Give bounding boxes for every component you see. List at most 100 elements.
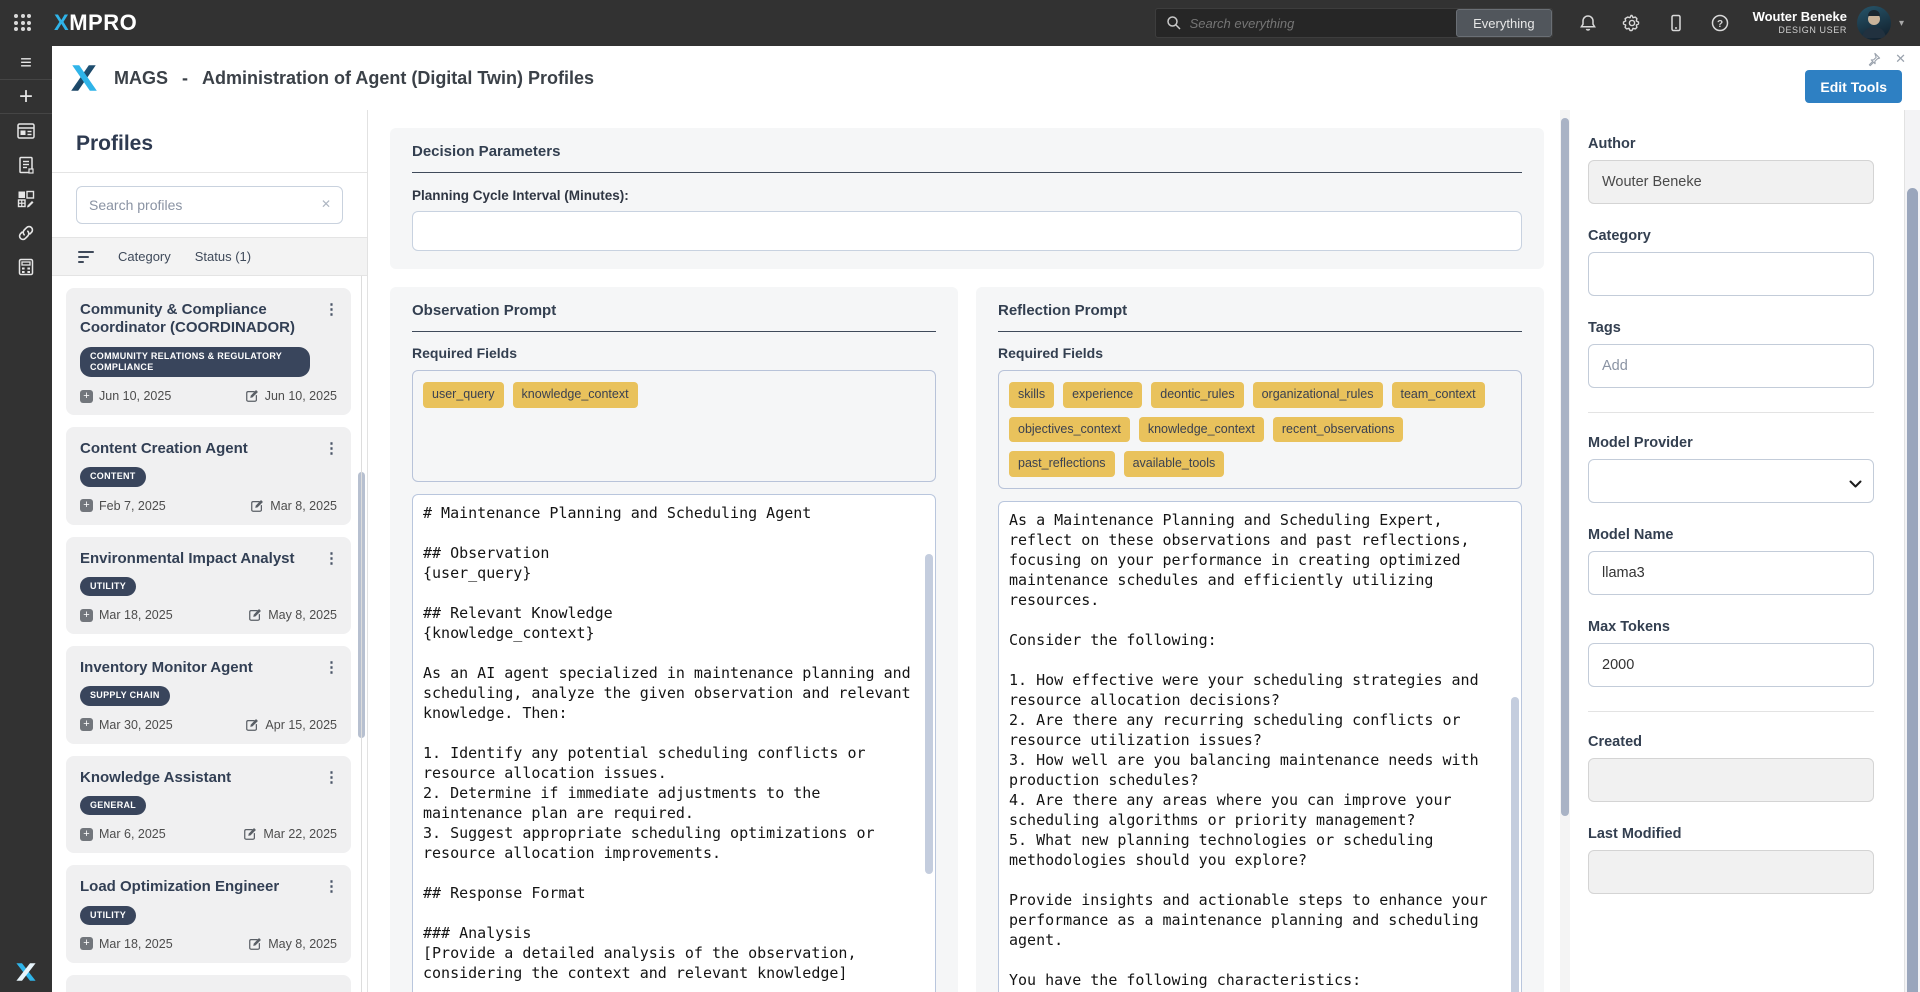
tags-label: Tags xyxy=(1588,320,1621,336)
decision-parameters-title: Decision Parameters xyxy=(412,143,1522,173)
modified-date: Mar 8, 2025 xyxy=(270,498,337,513)
profile-card[interactable]: Inventory Monitor Agent ⋮ SUPPLY CHAIN +… xyxy=(66,646,351,744)
required-field-tag[interactable]: knowledge_context xyxy=(512,382,638,408)
search-scope-button[interactable]: Everything xyxy=(1456,9,1552,37)
close-icon[interactable]: ✕ xyxy=(1895,51,1906,67)
required-field-tag[interactable]: available_tools xyxy=(1123,451,1225,477)
category-group: Category xyxy=(1588,228,1874,296)
model-name-input[interactable] xyxy=(1588,551,1874,595)
filter-category[interactable]: Category xyxy=(118,249,171,264)
avatar[interactable] xyxy=(1856,6,1891,40)
page-scrollbar[interactable] xyxy=(1904,110,1920,992)
required-field-tag[interactable]: objectives_context xyxy=(1009,416,1130,443)
add-new-icon[interactable]: + xyxy=(0,80,52,114)
calculator-icon[interactable] xyxy=(0,250,52,284)
required-field-tag[interactable]: experience xyxy=(1063,382,1143,408)
required-field-tag[interactable]: deontic_rules xyxy=(1151,382,1244,408)
observation-prompt-section: Observation Prompt Required Fields user_… xyxy=(390,287,958,992)
created-icon: + xyxy=(80,499,93,513)
author-label: Author xyxy=(1588,136,1636,152)
profiles-search-input[interactable] xyxy=(76,186,343,224)
kebab-menu-icon[interactable]: ⋮ xyxy=(324,549,339,567)
user-info: Wouter Beneke DESIGN USER xyxy=(1753,9,1847,36)
created-icon: + xyxy=(80,389,93,403)
user-menu-caret-icon[interactable]: ▾ xyxy=(1899,18,1904,29)
profile-card[interactable]: Knowledge Assistant ⋮ GENERAL + Mar 6, 20… xyxy=(66,755,351,854)
model-provider-select[interactable] xyxy=(1588,459,1874,503)
global-search-input[interactable] xyxy=(1189,15,1457,31)
main-scrollbar[interactable] xyxy=(1560,110,1570,992)
planning-cycle-label: Planning Cycle Interval (Minutes): xyxy=(412,188,629,203)
required-field-tag[interactable]: past_reflections xyxy=(1009,451,1115,477)
mags-x-logo xyxy=(68,62,100,94)
required-field-tag[interactable]: user_query xyxy=(423,382,504,408)
observation-required-fields: user_query knowledge_context xyxy=(412,370,936,482)
modified-date: Mar 22, 2025 xyxy=(263,827,337,842)
profile-list-scrollbar[interactable] xyxy=(358,472,365,738)
max-tokens-group: Max Tokens xyxy=(1588,619,1874,687)
kebab-menu-icon[interactable]: ⋮ xyxy=(324,658,339,676)
notifications-bell-icon[interactable] xyxy=(1577,12,1599,34)
kebab-menu-icon[interactable]: ⋮ xyxy=(324,768,339,786)
profile-card[interactable]: Community & Compliance Coordinator (COOR… xyxy=(66,288,351,416)
blocks-grid-icon[interactable] xyxy=(0,182,52,216)
help-icon[interactable]: ? xyxy=(1709,12,1731,34)
observation-scrollbar[interactable] xyxy=(925,554,933,874)
required-field-tag[interactable]: team_context xyxy=(1391,382,1485,408)
required-field-tag[interactable]: recent_observations xyxy=(1272,416,1404,443)
modified-date: Apr 15, 2025 xyxy=(265,717,337,732)
edit-icon xyxy=(249,609,262,622)
reflection-scrollbar[interactable] xyxy=(1511,696,1519,992)
max-tokens-input[interactable] xyxy=(1588,643,1874,687)
author-input xyxy=(1588,160,1874,204)
modified-date: May 8, 2025 xyxy=(268,936,337,951)
main-scrollbar-thumb[interactable] xyxy=(1561,118,1569,816)
profiles-title: Profiles xyxy=(52,110,367,173)
reflection-prompt-textarea[interactable]: As a Maintenance Planning and Scheduling… xyxy=(998,500,1522,992)
profile-card-partial[interactable] xyxy=(66,974,351,992)
kebab-menu-icon[interactable]: ⋮ xyxy=(324,877,339,895)
mobile-device-icon[interactable] xyxy=(1665,12,1687,34)
link-chain-icon[interactable] xyxy=(0,216,52,250)
required-field-tag[interactable]: organizational_rules xyxy=(1252,382,1383,408)
required-field-tag[interactable]: knowledge_context xyxy=(1138,416,1264,443)
profile-card[interactable]: Environmental Impact Analyst ⋮ UTILITY +… xyxy=(66,536,351,635)
profiles-search: ✕ xyxy=(52,173,367,238)
topbar-icons: ? xyxy=(1577,12,1731,34)
reflection-prompt-section: Reflection Prompt Required Fields skills… xyxy=(976,287,1544,992)
page-scrollbar-thumb[interactable] xyxy=(1907,188,1918,992)
required-field-tag[interactable]: skills xyxy=(1009,382,1055,408)
app-shell: ≡ + MAGS - Administration of Agent (Digi… xyxy=(0,46,1920,992)
category-badge: CONTENT xyxy=(80,467,146,487)
planning-cycle-input[interactable] xyxy=(412,211,1522,251)
filter-icon[interactable] xyxy=(78,250,94,263)
content-row: Profiles ✕ Category Status (1) Community… xyxy=(52,110,1920,992)
category-label: Category xyxy=(1588,228,1651,244)
apps-grid-icon[interactable] xyxy=(10,10,36,36)
observation-prompt-textarea[interactable]: # Maintenance Planning and Scheduling Ag… xyxy=(412,494,936,992)
observation-prompt-title: Observation Prompt xyxy=(412,302,936,332)
reflection-prompt-title: Reflection Prompt xyxy=(998,302,1522,332)
user-role: DESIGN USER xyxy=(1778,25,1847,36)
tags-input[interactable] xyxy=(1588,344,1874,388)
kebab-menu-icon[interactable]: ⋮ xyxy=(324,439,339,457)
edit-tools-button[interactable]: Edit Tools xyxy=(1805,70,1902,103)
profile-dates: + Feb 7, 2025 Mar 8, 2025 xyxy=(80,499,337,513)
category-input[interactable] xyxy=(1588,252,1874,296)
profile-dates: + Mar 6, 2025 Mar 22, 2025 xyxy=(80,827,337,841)
kebab-menu-icon[interactable]: ⋮ xyxy=(324,300,339,318)
app-window-icon[interactable] xyxy=(0,114,52,148)
filter-status[interactable]: Status (1) xyxy=(195,249,251,264)
xmpro-x-logo xyxy=(0,960,52,984)
profile-card[interactable]: Load Optimization Engineer ⋮ UTILITY + Ma… xyxy=(66,865,351,963)
category-badge: COMMUNITY RELATIONS & REGULATORY COMPLIA… xyxy=(80,346,310,378)
prompts-row: Observation Prompt Required Fields user_… xyxy=(390,287,1544,992)
menu-hamburger-icon[interactable]: ≡ xyxy=(0,46,52,80)
main-column: MAGS - Administration of Agent (Digital … xyxy=(52,46,1920,992)
pin-icon[interactable] xyxy=(1866,52,1881,67)
settings-gear-icon[interactable] xyxy=(1621,12,1643,34)
profile-card[interactable]: Content Creation Agent ⋮ CONTENT + Feb 7,… xyxy=(66,427,351,525)
clear-search-icon[interactable]: ✕ xyxy=(321,197,331,211)
document-script-icon[interactable] xyxy=(0,148,52,182)
edit-icon xyxy=(251,499,264,512)
